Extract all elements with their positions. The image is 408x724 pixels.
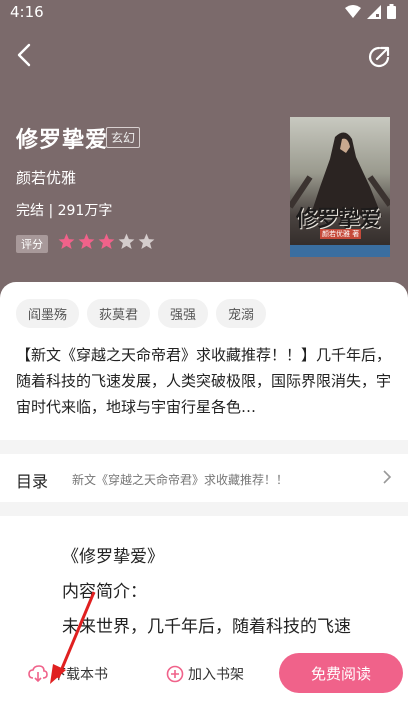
add-shelf-label: 加入书架 [188, 667, 244, 683]
share-icon[interactable] [366, 44, 392, 70]
tag-list: 阎墨殇 荻莫君 强强 宠溺 [16, 299, 267, 328]
section-divider [0, 502, 408, 516]
rating-label: 评分 [16, 235, 48, 253]
content-line: 内容简介： [62, 582, 147, 602]
toc-label: 目录 [16, 472, 49, 491]
rating-stars [57, 232, 156, 251]
content-preview: 《修罗挚爱》 内容简介： 未来世界，几千年后，随着科技的飞速 [62, 540, 351, 645]
tag-chip[interactable]: 宠溺 [216, 299, 267, 328]
book-author[interactable]: 颜若优雅 [16, 167, 76, 188]
section-divider [0, 440, 408, 454]
signal-icon [367, 4, 381, 19]
cover-strip [290, 245, 390, 257]
tag-chip[interactable]: 阎墨殇 [16, 299, 80, 328]
back-arrow-icon[interactable] [12, 42, 38, 68]
chevron-right-icon [383, 470, 392, 484]
genre-badge: 玄幻 [106, 127, 141, 148]
content-line: 《修罗挚爱》 [62, 547, 164, 567]
status-bar: 4:16 [0, 0, 408, 26]
book-meta: 完结 | 291万字 [16, 203, 113, 219]
bottom-bar: 下载本书 加入书架 免费阅读 [0, 640, 408, 708]
star-icon [138, 233, 155, 250]
toc-row[interactable]: 目录 新文《穿越之天命帝君》求收藏推荐！！ [0, 454, 408, 502]
star-icon [78, 233, 95, 250]
download-button[interactable]: 下载本书 [28, 664, 108, 684]
status-time: 4:16 [10, 3, 44, 21]
book-title: 修罗挚爱 [16, 128, 109, 153]
tag-chip[interactable]: 强强 [158, 299, 209, 328]
star-icon [98, 233, 115, 250]
toc-latest-chapter: 新文《穿越之天命帝君》求收藏推荐！！ [72, 473, 289, 487]
download-cloud-icon [28, 665, 48, 683]
status-icons [345, 4, 396, 19]
cover-author: 颜若优雅 著 [320, 229, 362, 239]
book-cover: 修罗挚爱 颜若优雅 著 [290, 117, 390, 257]
add-to-shelf-button[interactable]: 加入书架 [166, 664, 244, 684]
star-icon [58, 233, 75, 250]
battery-icon [387, 4, 396, 19]
download-label: 下载本书 [52, 667, 108, 683]
tag-chip[interactable]: 荻莫君 [87, 299, 151, 328]
free-read-button[interactable]: 免费阅读 [279, 653, 403, 693]
synopsis[interactable]: 【新文《穿越之天命帝君》求收藏推荐！！】几千年后，随着科技的飞速发展，人类突破极… [16, 342, 394, 420]
wifi-icon [345, 4, 361, 18]
plus-circle-icon [166, 665, 184, 683]
star-icon [118, 233, 135, 250]
